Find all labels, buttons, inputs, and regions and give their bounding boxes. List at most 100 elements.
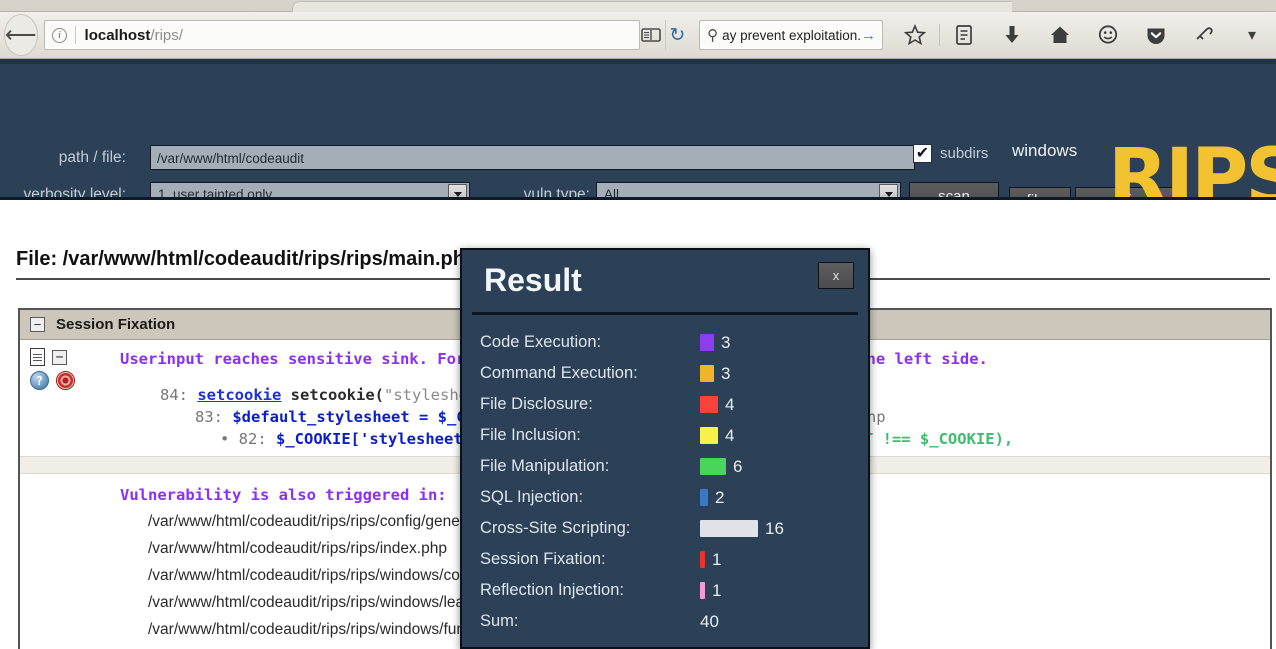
- chevron-down-icon[interactable]: [448, 184, 467, 197]
- vuln-summary-row: File Inclusion: 4: [462, 420, 868, 451]
- vuln-type-name: File Disclosure:: [480, 395, 593, 413]
- addon-icon[interactable]: [1180, 13, 1228, 57]
- gutter-row-bottom: ?: [30, 371, 90, 390]
- rips-logo: RIPS: [1108, 133, 1276, 200]
- rips-header: path / file: /var/www/html/codeaudit ver…: [0, 59, 1276, 200]
- chevron-down-icon[interactable]: ▾: [1228, 13, 1276, 57]
- url-host: localhost: [84, 26, 151, 44]
- library-icon[interactable]: [940, 13, 988, 57]
- help-icon[interactable]: ?: [30, 371, 49, 390]
- vuln-count-value: 1: [712, 580, 722, 600]
- dialog-title: Result: [484, 262, 582, 298]
- vuln-count-value: 6: [733, 456, 743, 476]
- close-icon[interactable]: x: [818, 262, 854, 289]
- vuln-type-name: Reflection Injection:: [480, 581, 624, 599]
- arrow-right-icon[interactable]: →: [861, 27, 878, 44]
- vuln-type-name: Code Execution:: [480, 333, 602, 351]
- vuln-count-bar: [700, 520, 758, 537]
- vuln-count-value: 16: [765, 518, 784, 538]
- vuln-summary-row: Session Fixation: 1: [462, 544, 868, 575]
- vuln-count-bar: [700, 489, 708, 506]
- gutter-row-top: −: [30, 348, 90, 366]
- vuln-summary-row: File Disclosure: 4: [462, 389, 868, 420]
- bookmark-star-icon[interactable]: [891, 13, 939, 57]
- reader-view-icon[interactable]: [640, 20, 663, 50]
- target-icon[interactable]: [56, 371, 75, 390]
- vuln-type-name: Session Fixation:: [480, 550, 606, 568]
- files-button[interactable]: files: [1009, 187, 1071, 197]
- vuln-type-select[interactable]: All: [596, 182, 901, 200]
- verbosity-value: 1. user tainted only: [158, 187, 273, 200]
- vuln-type-value: All: [604, 187, 620, 200]
- vuln-count-bar: [700, 365, 714, 382]
- toolbar-icon-group: ▾: [891, 13, 1276, 57]
- vuln-type-name: Cross-Site Scripting:: [480, 519, 631, 537]
- vuln-count-value: 3: [721, 332, 731, 352]
- vuln-summary-list: Code Execution: 3 Command Execution: 3 File …: [462, 315, 868, 637]
- path-file-row: path / file: /var/www/html/codeaudit: [14, 145, 915, 170]
- vuln-count-bar: [700, 396, 718, 413]
- vuln-count-value: 3: [721, 363, 731, 383]
- browser-toolbar: ⟵ i localhost/rips/ ↻ ⚲ ay prevent explo…: [0, 12, 1276, 59]
- home-icon[interactable]: [1036, 13, 1084, 57]
- verbosity-select[interactable]: 1. user tainted only: [150, 182, 470, 200]
- vuln-summary-row: Reflection Injection: 1: [462, 575, 868, 606]
- tab-strip: [0, 0, 1276, 13]
- path-file-label: path / file:: [58, 148, 126, 166]
- sum-value: 40: [700, 611, 719, 631]
- vuln-count-bar: [700, 551, 705, 568]
- vuln-type-name: File Inclusion:: [480, 426, 581, 444]
- search-input[interactable]: ay prevent exploitation.: [722, 28, 861, 43]
- result-dialog: Result x Code Execution: 3 Command Executi…: [460, 248, 870, 649]
- subdirs-label: subdirs: [940, 145, 989, 162]
- windows-label: windows: [1012, 141, 1078, 160]
- vuln-summary-row: SQL Injection: 2: [462, 482, 868, 513]
- downloads-icon[interactable]: [988, 13, 1036, 57]
- code-line-number: 84:: [160, 386, 188, 404]
- collapse-icon[interactable]: −: [52, 349, 67, 365]
- browser-window: ⟵ i localhost/rips/ ↻ ⚲ ay prevent explo…: [0, 0, 1276, 649]
- vuln-summary-row: Cross-Site Scripting: 16: [462, 513, 868, 544]
- code-line-number: 83:: [195, 408, 223, 426]
- info-icon[interactable]: i: [45, 21, 75, 49]
- vuln-type-name: SQL Injection:: [480, 488, 584, 506]
- verbosity-label: verbosity level:: [23, 185, 126, 200]
- verbosity-row: verbosity level: 1. user tainted only: [14, 182, 470, 200]
- chat-icon[interactable]: [1084, 13, 1132, 57]
- url-path: /rips/: [150, 26, 183, 44]
- back-arrow-icon[interactable]: ⟵: [4, 14, 38, 56]
- vuln-count-value: 1: [712, 549, 722, 569]
- scan-button[interactable]: scan: [909, 182, 999, 197]
- code-sink-link[interactable]: setcookie: [197, 386, 281, 404]
- path-file-input[interactable]: /var/www/html/codeaudit: [150, 145, 915, 170]
- page-title: File: /var/www/html/codeaudit/rips/rips/…: [16, 248, 478, 270]
- address-bar[interactable]: i localhost/rips/: [43, 20, 640, 50]
- vuln-count-bar: [700, 458, 726, 475]
- collapse-icon[interactable]: −: [30, 317, 45, 332]
- vuln-count-bar: [700, 427, 718, 444]
- chevron-down-icon[interactable]: [879, 184, 898, 197]
- reload-icon[interactable]: ↻: [664, 20, 690, 50]
- subdirs-checkbox-group[interactable]: ✔ subdirs: [913, 144, 988, 163]
- search-bar[interactable]: ⚲ ay prevent exploitation. →: [699, 20, 883, 50]
- vuln-count-bar: [700, 334, 714, 351]
- pocket-icon[interactable]: [1132, 13, 1180, 57]
- vuln-summary-row: File Manipulation: 6: [462, 451, 868, 482]
- file-icon[interactable]: [30, 348, 45, 366]
- url-text: localhost/rips/: [76, 27, 183, 44]
- dialog-header: Result x: [462, 250, 868, 312]
- vuln-type-label: vuln type:: [523, 185, 590, 200]
- vuln-summary-row: Code Execution: 3: [462, 327, 868, 358]
- vuln-type-name: Command Execution:: [480, 364, 638, 382]
- sum-label: Sum:: [480, 612, 519, 630]
- vuln-count-value: 2: [715, 487, 725, 507]
- vuln-count-bar: [700, 582, 705, 599]
- vuln-summary-row: Command Execution: 3: [462, 358, 868, 389]
- code-gutter: − ?: [30, 348, 90, 395]
- vuln-count-value: 4: [725, 394, 735, 414]
- search-icon: ⚲: [707, 27, 719, 44]
- vuln-type-row: vuln type: All: [500, 182, 901, 200]
- code-line-number: 82:: [238, 430, 267, 448]
- subdirs-checkbox[interactable]: ✔: [913, 144, 932, 163]
- vuln-type-name: File Manipulation:: [480, 457, 610, 475]
